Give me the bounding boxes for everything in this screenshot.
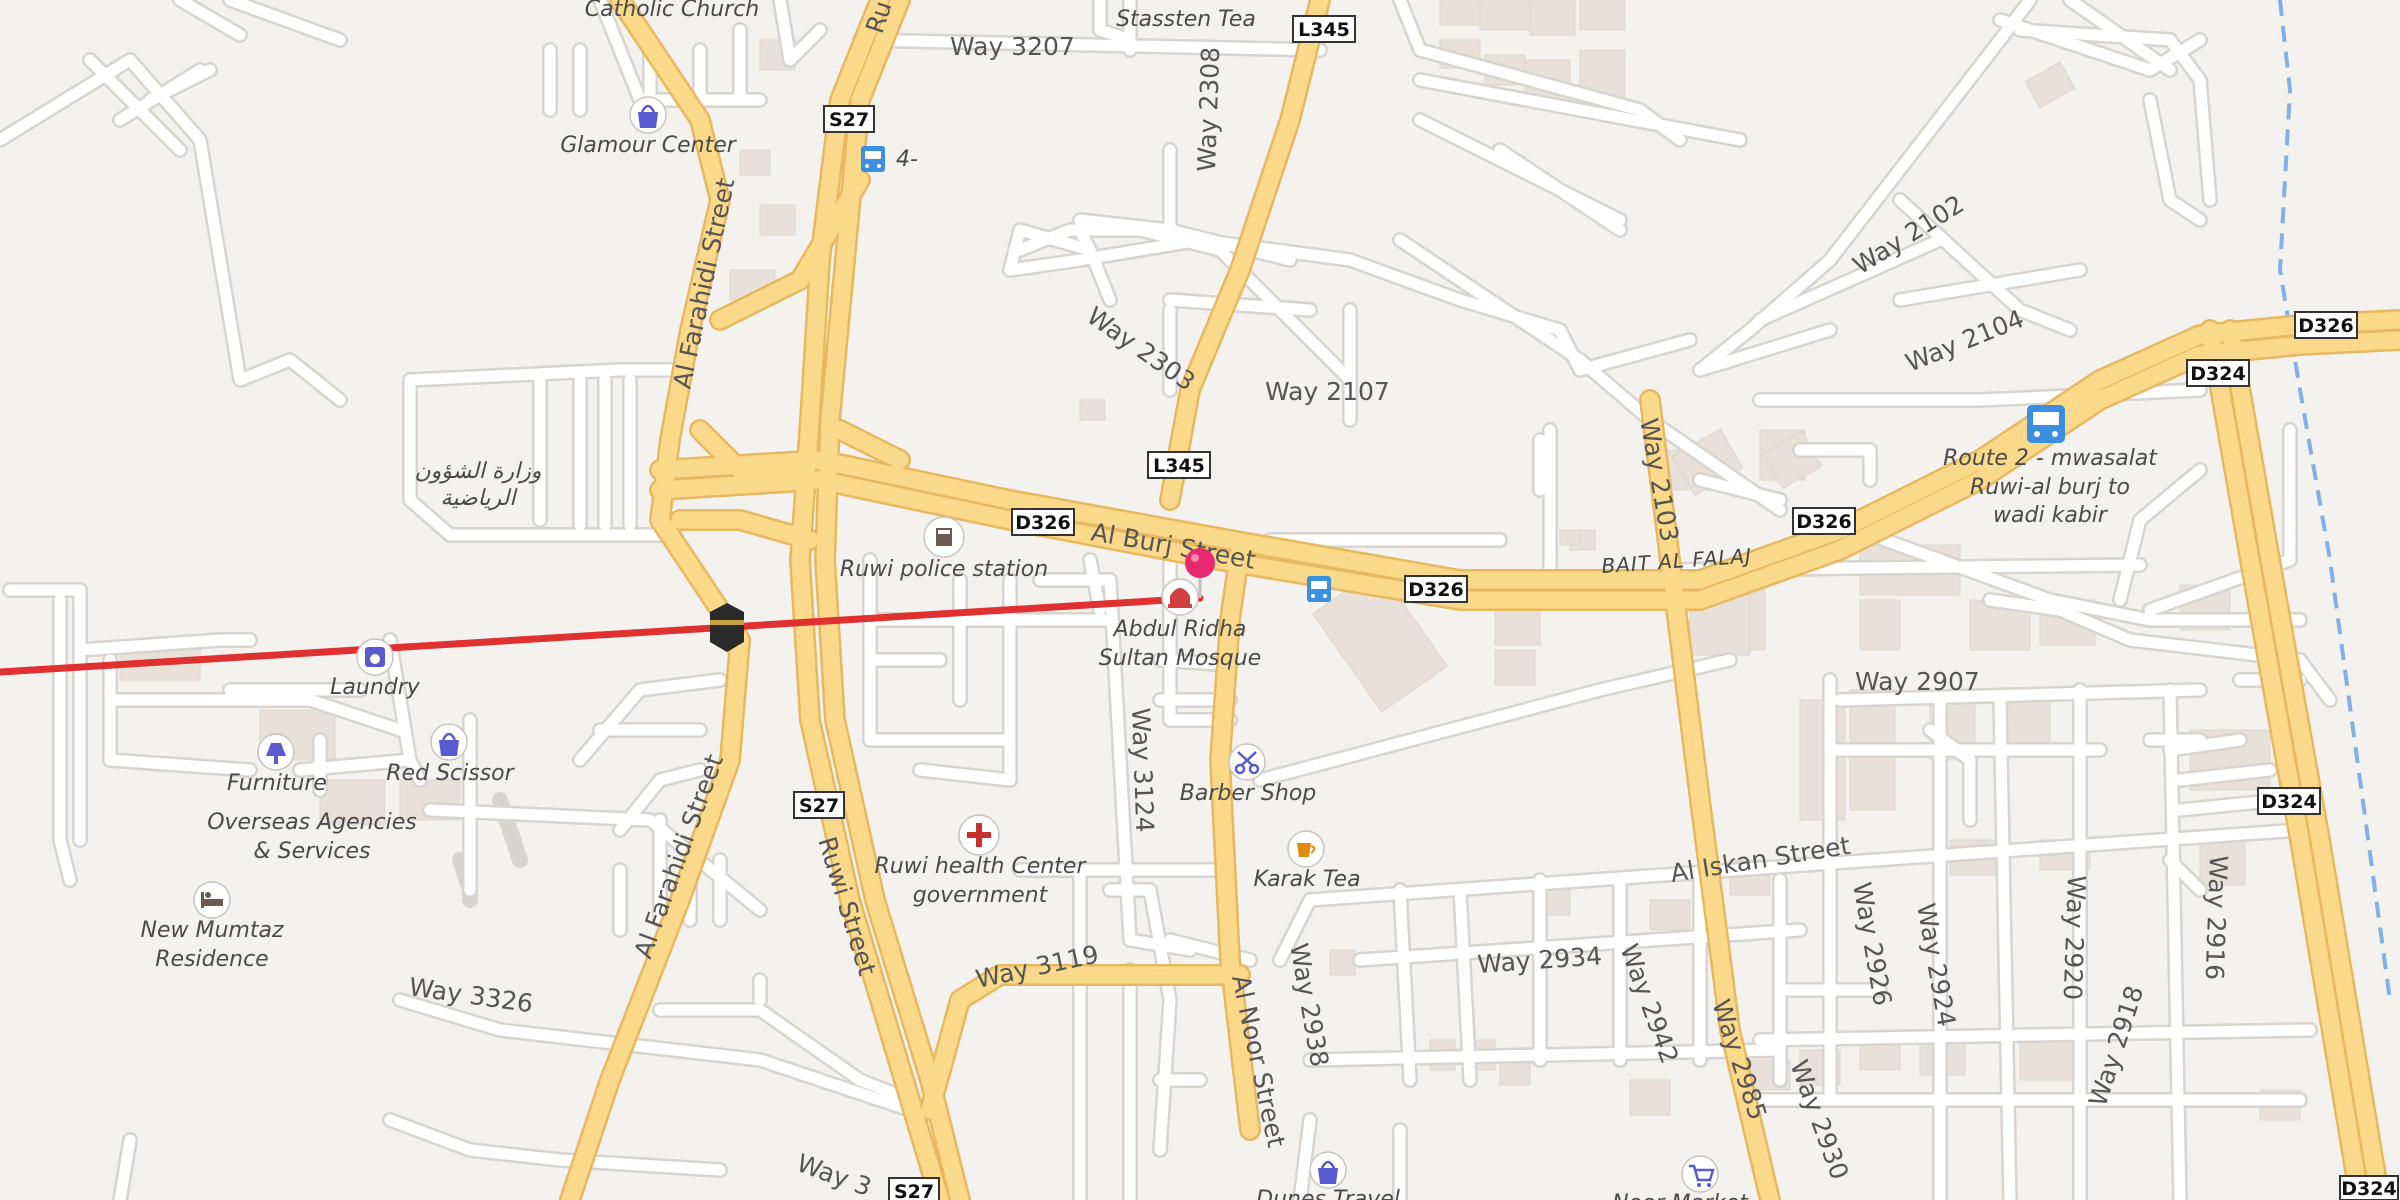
poi-label-glamour-center: Glamour Center bbox=[560, 133, 738, 158]
shopping-bag-icon[interactable] bbox=[629, 96, 667, 134]
poi-label-laundry: Laundry bbox=[330, 675, 421, 700]
bus-stop-icon-burj[interactable] bbox=[1307, 576, 1331, 602]
road-shield-d324-b: D324 bbox=[2257, 787, 2321, 815]
street-label-way-3-bottom: Way 3 bbox=[793, 1148, 875, 1200]
poi-label-mosque-line1: Abdul Ridha bbox=[1112, 617, 1247, 642]
poi-label-red-scissor: Red Scissor bbox=[386, 761, 515, 786]
poi-label-ruwi-police: Ruwi police station bbox=[840, 557, 1048, 582]
shopping-bag-icon-dunes[interactable] bbox=[1309, 1151, 1347, 1189]
poi-label-dunes-travel: Dunes Travel bbox=[1256, 1187, 1400, 1200]
street-label-way-2930: Way 2930 bbox=[1784, 1056, 1854, 1183]
svg-text:D326: D326 bbox=[2298, 315, 2353, 337]
poi-label-catholic-church: Catholic Church bbox=[585, 0, 760, 22]
road-shield-d326-a: D326 bbox=[1011, 508, 1075, 536]
poi-label-ministry-line1: وزارة الشؤون bbox=[414, 459, 541, 484]
street-label-way-2924: Way 2924 bbox=[1911, 901, 1961, 1029]
shopping-cart-icon[interactable] bbox=[1681, 1155, 1719, 1193]
street-label-way-2907: Way 2907 bbox=[1855, 667, 1980, 696]
poi-label-mosque-line2: Sultan Mosque bbox=[1099, 646, 1261, 671]
poi-label-overseas-line2: & Services bbox=[254, 839, 371, 864]
shopping-bag-icon-red-scissor[interactable] bbox=[430, 723, 468, 761]
street-label-way-3124: Way 3124 bbox=[1126, 707, 1159, 833]
poi-label-mumtaz-line1: New Mumtaz bbox=[141, 918, 284, 943]
road-shield-d326-c: D326 bbox=[1792, 507, 1856, 535]
scissors-icon[interactable] bbox=[1228, 743, 1266, 781]
street-label-way-2107: Way 2107 bbox=[1265, 377, 1390, 406]
hospital-icon[interactable] bbox=[958, 814, 1000, 856]
road-shield-s27-mid: S27 bbox=[793, 791, 845, 819]
svg-text:L345: L345 bbox=[1298, 19, 1350, 41]
svg-text:D326: D326 bbox=[1408, 579, 1463, 601]
kaaba-icon[interactable] bbox=[710, 603, 744, 652]
police-icon[interactable] bbox=[923, 516, 965, 558]
poi-label-health-line1: Ruwi health Center bbox=[874, 854, 1087, 879]
bus-stop-icon-route2[interactable] bbox=[2027, 405, 2065, 443]
poi-label-route2-line3: wadi kabir bbox=[1993, 503, 2109, 528]
road-shield-s27-top: S27 bbox=[823, 105, 875, 133]
svg-text:S27: S27 bbox=[799, 795, 839, 817]
bus-stop-icon[interactable] bbox=[861, 146, 885, 172]
poi-label-mumtaz-line2: Residence bbox=[155, 947, 268, 972]
road-shield-s27-bottom: S27 bbox=[888, 1177, 940, 1200]
street-label-way-2308: Way 2308 bbox=[1192, 46, 1225, 172]
street-label-way-2918: Way 2918 bbox=[2083, 982, 2149, 1110]
road-shield-d324-a: D324 bbox=[2186, 359, 2250, 387]
svg-text:D324: D324 bbox=[2190, 363, 2245, 385]
poi-label-health-line2: government bbox=[913, 883, 1049, 908]
road-shield-l345-top: L345 bbox=[1292, 15, 1356, 43]
svg-text:L345: L345 bbox=[1153, 455, 1205, 477]
road-shield-d324-c: D324 bbox=[2339, 1175, 2399, 1200]
street-label-way-2916: Way 2916 bbox=[2200, 855, 2233, 981]
svg-text:D324: D324 bbox=[2341, 1178, 2396, 1200]
mosque-icon[interactable] bbox=[1161, 578, 1199, 616]
poi-label-route2-line1: Route 2 - mwasalat bbox=[1943, 446, 2158, 471]
street-label-way-3207: Way 3207 bbox=[950, 32, 1075, 61]
map-view[interactable]: Way 3207 Way 2308 Way 2303 Way 2107 Way … bbox=[0, 0, 2400, 1200]
street-label-way-2938: Way 2938 bbox=[1284, 941, 1334, 1069]
svg-text:D326: D326 bbox=[1796, 511, 1851, 533]
map-canvas[interactable]: Way 3207 Way 2308 Way 2303 Way 2107 Way … bbox=[0, 0, 2400, 1200]
lamp-icon[interactable] bbox=[257, 733, 295, 771]
hotel-icon[interactable] bbox=[193, 881, 231, 919]
cafe-icon[interactable] bbox=[1287, 830, 1325, 868]
poi-label-stassten-tea: Stassten Tea bbox=[1116, 7, 1256, 32]
poi-label-bus-stop-4: 4- bbox=[896, 147, 918, 172]
poi-label-barber-shop: Barber Shop bbox=[1180, 781, 1317, 806]
road-shield-d326-d: D326 bbox=[2294, 311, 2358, 339]
street-label-way-2920: Way 2920 bbox=[2058, 875, 2091, 1001]
road-shield-d326-b: D326 bbox=[1404, 575, 1468, 603]
poi-label-karak-tea: Karak Tea bbox=[1253, 867, 1360, 892]
poi-label-noor-market: Noor Market bbox=[1612, 1191, 1749, 1200]
poi-label-route2-line2: Ruwi-al burj to bbox=[1970, 475, 2130, 500]
poi-label-furniture: Furniture bbox=[227, 771, 327, 796]
svg-text:D326: D326 bbox=[1015, 512, 1070, 534]
poi-label-ministry-line2: الرياضية bbox=[441, 486, 519, 511]
svg-text:D324: D324 bbox=[2261, 791, 2316, 813]
svg-text:S27: S27 bbox=[894, 1181, 934, 1200]
street-label-way-2303: Way 2303 bbox=[1082, 301, 1201, 396]
svg-text:S27: S27 bbox=[829, 109, 869, 131]
road-shield-l345-mid: L345 bbox=[1147, 451, 1211, 479]
laundry-icon[interactable] bbox=[356, 638, 394, 676]
street-label-way-2104: Way 2104 bbox=[1901, 304, 2028, 378]
poi-label-overseas-line1: Overseas Agencies bbox=[207, 810, 417, 835]
